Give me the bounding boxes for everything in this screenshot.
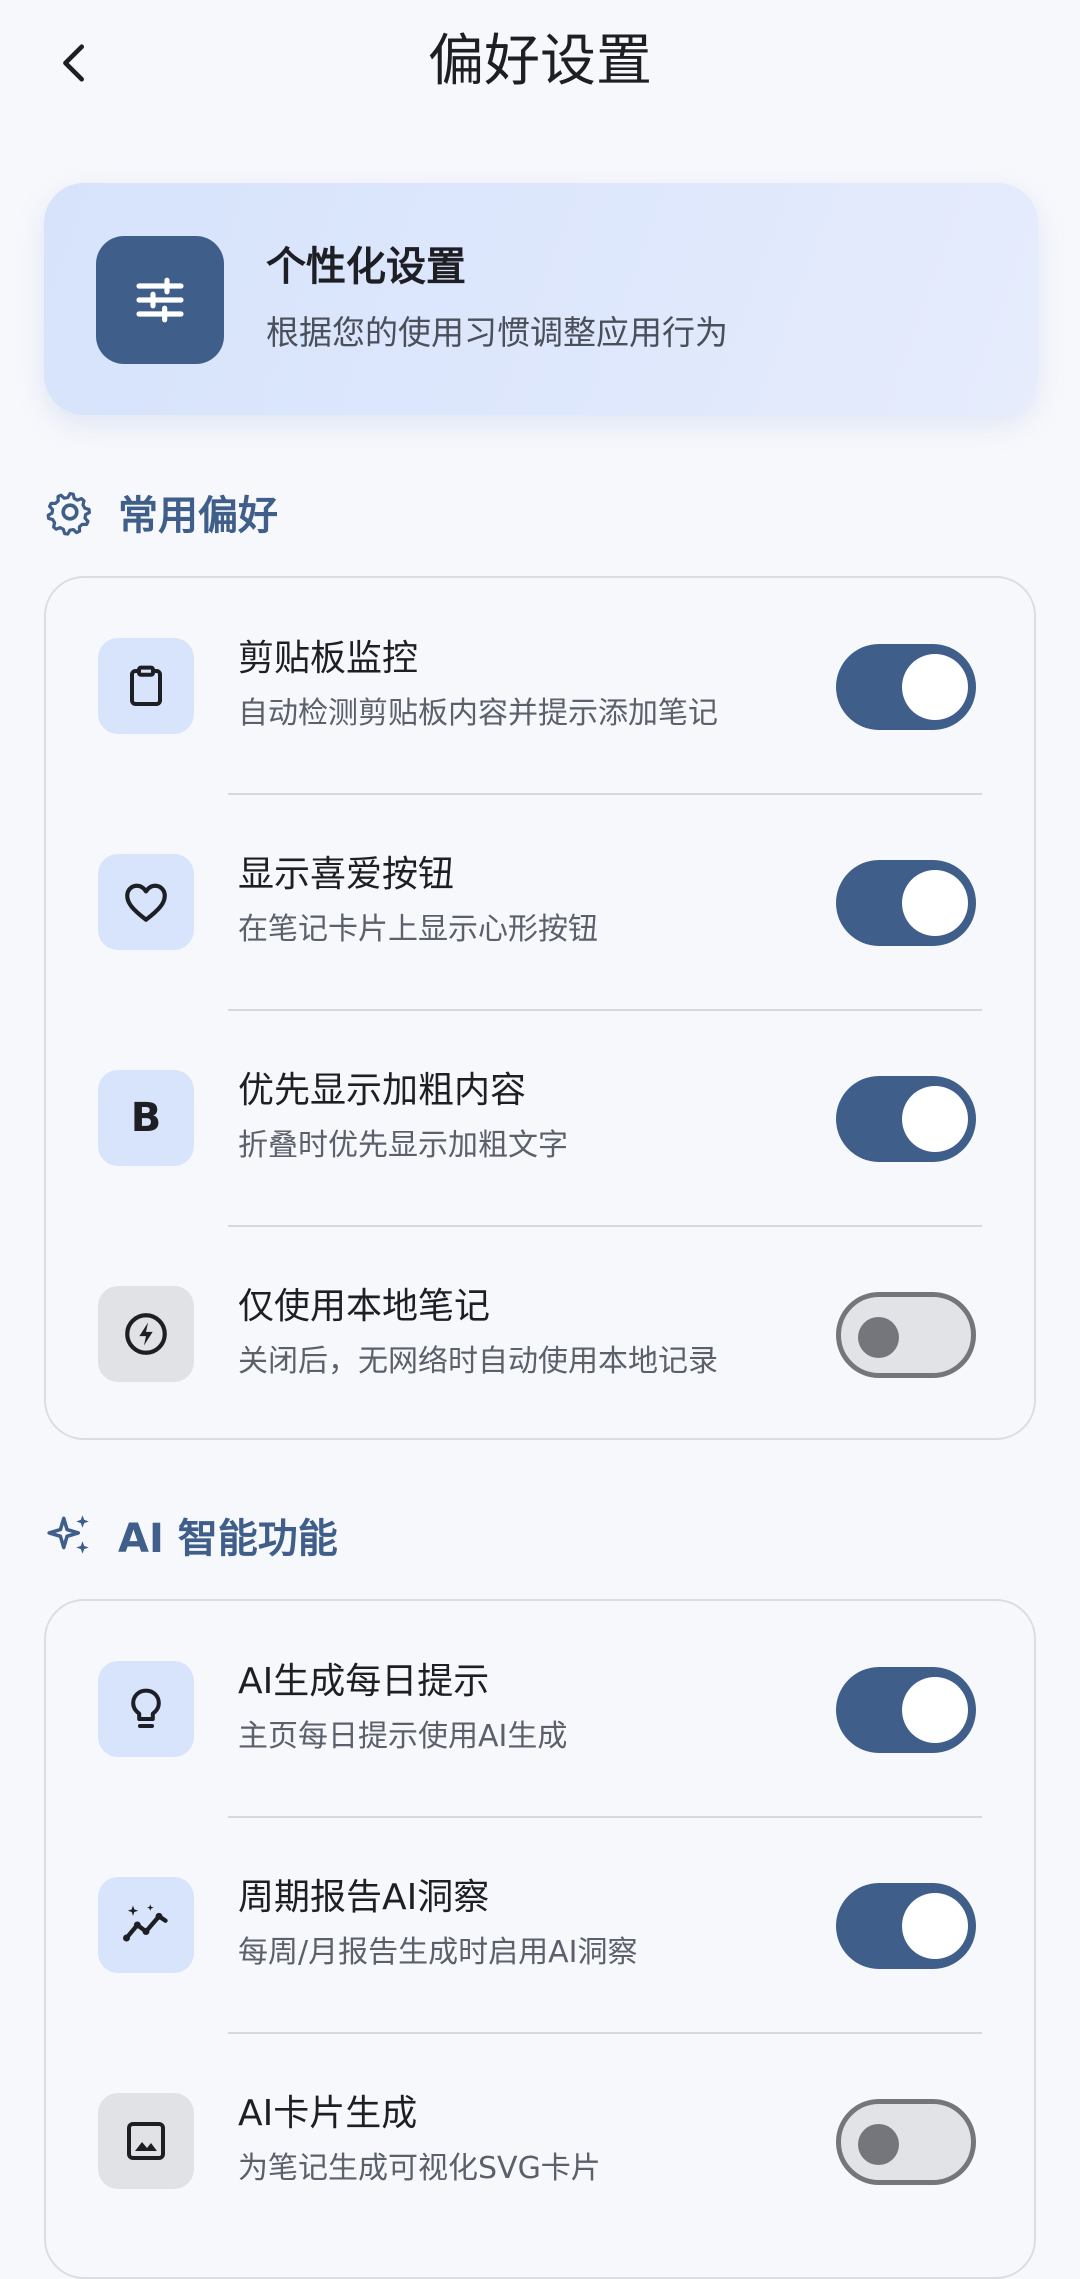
section-header-ai: AI 智能功能 <box>44 1505 338 1565</box>
setting-title: 仅使用本地笔记 <box>238 1286 491 1327</box>
heart-icon <box>125 883 167 922</box>
lightbulb-icon <box>131 1688 161 1728</box>
setting-description: 每周/月报告生成时启用AI洞察 <box>238 1935 638 1970</box>
setting-description: 在笔记卡片上显示心形按钮 <box>238 912 598 947</box>
ai-card-toggle[interactable] <box>836 2099 976 2185</box>
setting-title: 优先显示加粗内容 <box>238 1070 527 1111</box>
hero-icon-tile <box>96 236 224 364</box>
gear-icon <box>44 486 96 538</box>
toggle-knob <box>858 2124 899 2165</box>
bold-first-toggle[interactable] <box>836 1076 976 1162</box>
local-only-toggle[interactable] <box>836 1292 976 1378</box>
setting-row-ai-insights: 周期报告AI洞察 每周/月报告生成时启用AI洞察 <box>46 1817 1034 2032</box>
hero-title: 个性化设置 <box>266 244 466 290</box>
top-bar: 偏好设置 <box>0 0 1080 130</box>
personalization-banner: 个性化设置 根据您的使用习惯调整应用行为 <box>44 183 1038 415</box>
setting-title: AI卡片生成 <box>238 2093 418 2134</box>
row-icon-tile <box>98 2093 194 2189</box>
sparkles-icon <box>44 1509 96 1561</box>
section-title: AI 智能功能 <box>118 1516 338 1562</box>
setting-row-favorite: 显示喜爱按钮 在笔记卡片上显示心形按钮 <box>46 794 1034 1009</box>
page-title: 偏好设置 <box>428 29 652 94</box>
row-icon-tile: B <box>98 1070 194 1166</box>
ai-insights-toggle[interactable] <box>836 1883 976 1969</box>
setting-title: 剪贴板监控 <box>238 638 419 679</box>
setting-row-clipboard: 剪贴板监控 自动检测剪贴板内容并提示添加笔记 <box>46 578 1034 793</box>
setting-title: 显示喜爱按钮 <box>238 854 455 895</box>
toggle-knob <box>902 1086 968 1152</box>
insights-icon <box>123 1904 168 1942</box>
setting-row-ai-card: AI卡片生成 为笔记生成可视化SVG卡片 <box>46 2033 1034 2248</box>
row-icon-tile <box>98 638 194 734</box>
hero-subtitle: 根据您的使用习惯调整应用行为 <box>266 313 728 352</box>
row-icon-tile <box>98 1877 194 1973</box>
ai-daily-tip-toggle[interactable] <box>836 1667 976 1753</box>
setting-description: 关闭后，无网络时自动使用本地记录 <box>238 1344 718 1379</box>
row-icon-tile <box>98 1661 194 1757</box>
section-title: 常用偏好 <box>118 493 278 539</box>
common-preferences-card: 剪贴板监控 自动检测剪贴板内容并提示添加笔记 显示喜爱按钮 在笔记卡片上显示心形… <box>44 576 1036 1440</box>
row-icon-tile <box>98 854 194 950</box>
bold-icon: B <box>130 1095 162 1141</box>
setting-description: 为笔记生成可视化SVG卡片 <box>238 2151 601 2186</box>
bolt-circle-icon <box>125 1313 167 1355</box>
setting-description: 主页每日提示使用AI生成 <box>238 1719 568 1754</box>
setting-row-local-only: 仅使用本地笔记 关闭后，无网络时自动使用本地记录 <box>46 1226 1034 1441</box>
sliders-icon <box>136 277 184 323</box>
row-icon-tile <box>98 1286 194 1382</box>
setting-title: 周期报告AI洞察 <box>238 1877 490 1918</box>
setting-row-bold-first: B 优先显示加粗内容 折叠时优先显示加粗文字 <box>46 1010 1034 1225</box>
image-icon <box>127 2122 165 2160</box>
toggle-knob <box>902 870 968 936</box>
setting-description: 折叠时优先显示加粗文字 <box>238 1128 568 1163</box>
toggle-knob <box>902 654 968 720</box>
toggle-knob <box>902 1893 968 1959</box>
toggle-knob <box>902 1677 968 1743</box>
setting-row-ai-daily-tip: AI生成每日提示 主页每日提示使用AI生成 <box>46 1601 1034 1816</box>
setting-title: AI生成每日提示 <box>238 1661 490 1702</box>
clipboard-monitor-toggle[interactable] <box>836 644 976 730</box>
ai-features-card: AI生成每日提示 主页每日提示使用AI生成 周期报告AI洞察 每周/月报告生成时… <box>44 1599 1036 2279</box>
setting-description: 自动检测剪贴板内容并提示添加笔记 <box>238 696 718 731</box>
clipboard-icon <box>130 665 162 706</box>
toggle-knob <box>858 1317 899 1358</box>
show-favorite-toggle[interactable] <box>836 860 976 946</box>
section-header-common: 常用偏好 <box>44 482 278 542</box>
